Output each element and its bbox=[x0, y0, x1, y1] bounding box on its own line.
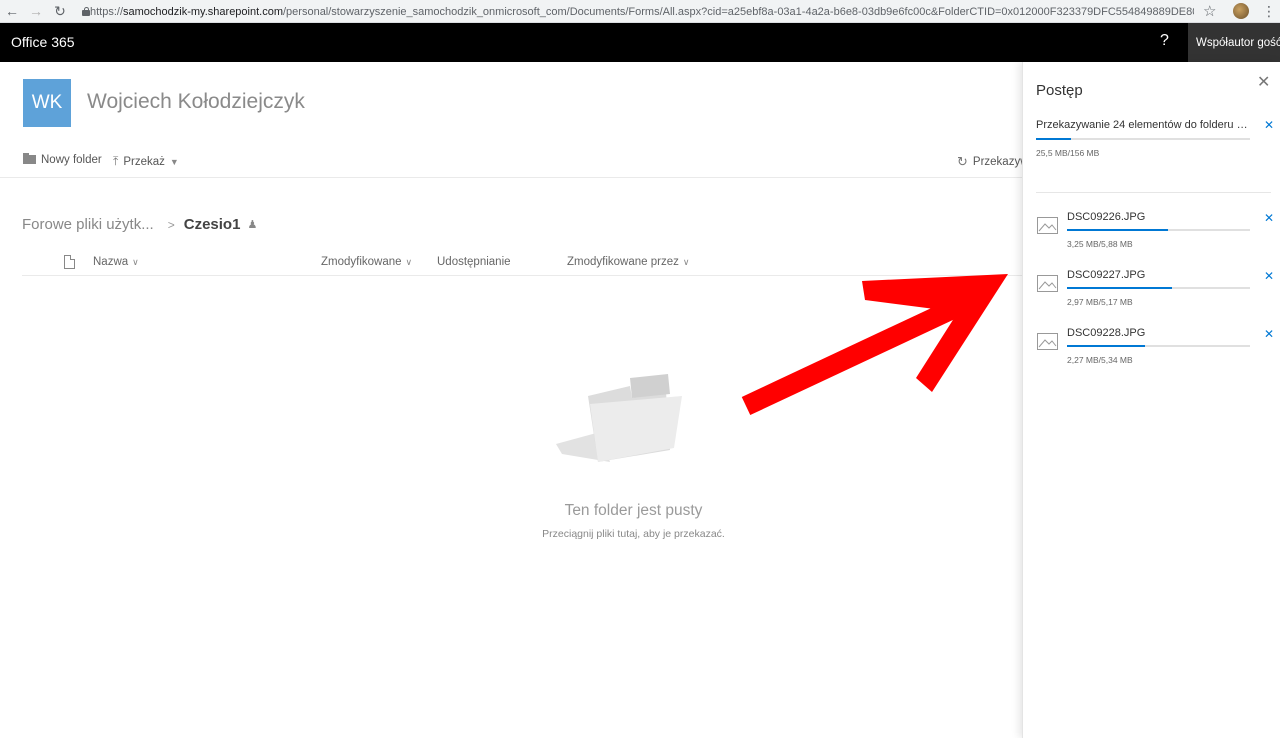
file-type-icon[interactable] bbox=[64, 255, 75, 269]
column-name-label: Nazwa bbox=[93, 256, 129, 268]
cancel-file-icon[interactable]: ✕ bbox=[1264, 327, 1274, 341]
url-prefix: https:// bbox=[90, 5, 124, 18]
divider bbox=[1036, 192, 1271, 193]
help-icon[interactable]: ? bbox=[1160, 32, 1169, 50]
empty-folder-illustration bbox=[556, 374, 682, 462]
sync-icon: ↻ bbox=[957, 154, 968, 169]
browser-menu-icon[interactable]: ⋮ bbox=[1262, 3, 1276, 20]
summary-size: 25,5 MB/156 MB bbox=[1036, 148, 1100, 158]
image-file-icon bbox=[1037, 217, 1058, 234]
file-size: 2,27 MB/5,34 MB bbox=[1067, 355, 1133, 365]
file-name: DSC09228.JPG bbox=[1067, 327, 1146, 339]
progress-panel: Postęp ✕ Przekazywanie 24 elementów do f… bbox=[1022, 62, 1280, 738]
file-name: DSC09227.JPG bbox=[1067, 269, 1146, 281]
column-modified-by[interactable]: Zmodyfikowane przez ∨ bbox=[567, 256, 689, 268]
suite-bar: Office 365 ? Współautor gość bbox=[0, 23, 1280, 62]
browser-toolbar: ← → ↻ https://samochodzik-my.sharepoint.… bbox=[0, 0, 1280, 23]
upload-file-item: DSC09226.JPG 3,25 MB/5,88 MB ✕ bbox=[1036, 209, 1280, 259]
file-size: 3,25 MB/5,88 MB bbox=[1067, 239, 1133, 249]
cancel-file-icon[interactable]: ✕ bbox=[1264, 211, 1274, 225]
office365-brand[interactable]: Office 365 bbox=[11, 34, 75, 50]
cancel-file-icon[interactable]: ✕ bbox=[1264, 269, 1274, 283]
image-file-icon bbox=[1037, 333, 1058, 350]
uploading-status-label: Przekazyw bbox=[972, 156, 1029, 168]
chevron-down-icon: ∨ bbox=[132, 257, 139, 267]
file-progress-fill bbox=[1067, 345, 1145, 347]
file-size: 2,97 MB/5,17 MB bbox=[1067, 297, 1133, 307]
upload-file-item: DSC09227.JPG 2,97 MB/5,17 MB ✕ bbox=[1036, 267, 1280, 317]
column-modified-by-label: Zmodyfikowane przez bbox=[567, 256, 679, 268]
folder-icon bbox=[23, 152, 36, 164]
file-progress-bar bbox=[1067, 229, 1250, 231]
file-name: DSC09226.JPG bbox=[1067, 211, 1146, 223]
bookmark-star-icon[interactable]: ☆ bbox=[1203, 2, 1216, 20]
upload-file-item: DSC09228.JPG 2,27 MB/5,34 MB ✕ bbox=[1036, 325, 1280, 375]
panel-title: Postęp bbox=[1036, 82, 1083, 99]
column-modified[interactable]: Zmodyfikowane ∨ bbox=[321, 256, 412, 268]
upload-button[interactable]: ⤒ Przekaż ▼ bbox=[113, 154, 179, 169]
upload-summary: Przekazywanie 24 elementów do folderu Cz… bbox=[1036, 119, 1250, 131]
upload-label: Przekaż bbox=[123, 155, 165, 168]
shared-people-icon: ♟ bbox=[247, 219, 258, 231]
close-icon[interactable]: ✕ bbox=[1257, 72, 1270, 92]
column-headers: Nazwa ∨ Zmodyfikowane ∨ Udostępnianie Zmod… bbox=[22, 250, 1022, 276]
file-progress-fill bbox=[1067, 229, 1169, 231]
site-title[interactable]: Wojciech Kołodziejczyk bbox=[87, 90, 305, 114]
new-folder-button[interactable]: Nowy folder bbox=[23, 152, 102, 166]
address-bar[interactable]: https://samochodzik-my.sharepoint.com/pe… bbox=[82, 0, 1194, 23]
cancel-all-icon[interactable]: ✕ bbox=[1264, 118, 1274, 132]
file-progress-fill bbox=[1067, 287, 1173, 289]
file-progress-bar bbox=[1067, 287, 1250, 289]
summary-progress-fill bbox=[1036, 138, 1071, 140]
image-file-icon bbox=[1037, 275, 1058, 292]
uploading-status-button[interactable]: ↻ Przekazyw bbox=[957, 154, 1029, 170]
column-name[interactable]: Nazwa ∨ bbox=[93, 256, 139, 268]
site-logo[interactable]: WK bbox=[23, 79, 71, 127]
column-sharing[interactable]: Udostępnianie bbox=[437, 256, 511, 268]
chevron-down-icon: ∨ bbox=[405, 257, 413, 267]
url-path: /personal/stowarzyszenie_samochodzik_onm… bbox=[283, 5, 1194, 18]
breadcrumb-parent[interactable]: Forowe pliki użytk... bbox=[22, 216, 154, 233]
upload-icon: ⤒ bbox=[113, 154, 119, 168]
command-bar: Nowy folder ⤒ Przekaż ▼ bbox=[0, 146, 1022, 178]
new-folder-label: Nowy folder bbox=[41, 154, 102, 166]
forward-icon[interactable]: → bbox=[24, 0, 48, 23]
user-menu[interactable]: Współautor gość bbox=[1188, 23, 1280, 62]
breadcrumb: Forowe pliki użytk... > Czesio1 ♟ bbox=[22, 216, 257, 233]
chevron-right-icon: > bbox=[167, 217, 175, 232]
breadcrumb-current[interactable]: Czesio1 bbox=[184, 216, 241, 233]
summary-progress-bar bbox=[1036, 138, 1250, 140]
chevron-down-icon: ▼ bbox=[169, 156, 179, 167]
reload-icon[interactable]: ↻ bbox=[48, 0, 72, 23]
column-sharing-label: Udostępnianie bbox=[437, 256, 511, 268]
profile-avatar[interactable] bbox=[1233, 3, 1249, 19]
column-modified-label: Zmodyfikowane bbox=[321, 256, 402, 268]
back-icon[interactable]: ← bbox=[0, 0, 24, 23]
url-host: samochodzik-my.sharepoint.com bbox=[123, 5, 283, 18]
chevron-down-icon: ∨ bbox=[682, 257, 690, 267]
file-progress-bar bbox=[1067, 345, 1250, 347]
